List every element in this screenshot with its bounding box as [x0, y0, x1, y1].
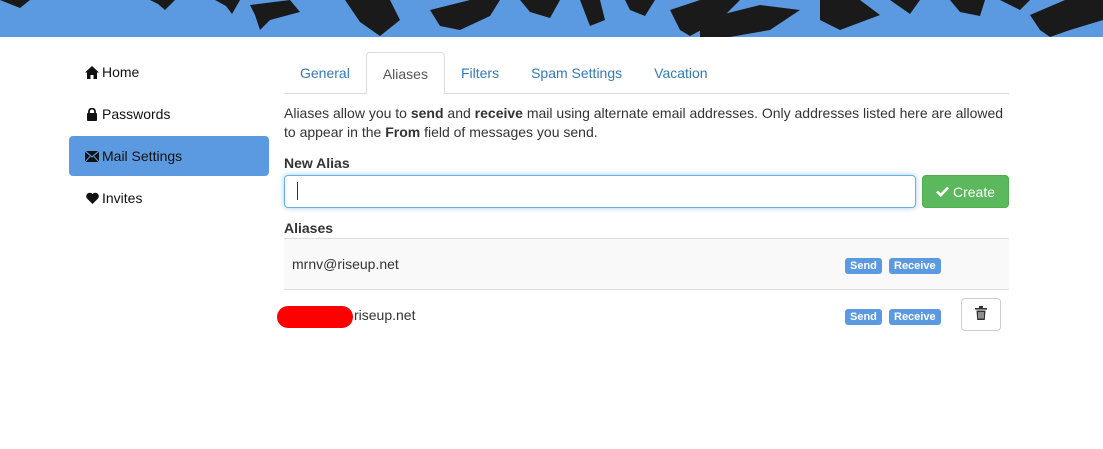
tab-filters[interactable]: Filters [445, 52, 515, 94]
sidebar-item-label: Home [102, 64, 140, 80]
description-text: Aliases allow you to [284, 105, 411, 121]
alias-address: riseup.net [354, 307, 416, 323]
checkmark-icon [936, 186, 949, 197]
send-badge: Send [845, 309, 882, 325]
send-badge: Send [845, 258, 882, 274]
sidebar-item-label: Mail Settings [102, 148, 183, 164]
description-send-bold: send [410, 105, 444, 121]
tab-general[interactable]: General [284, 52, 366, 94]
tab-vacation[interactable]: Vacation [638, 52, 723, 94]
lock-icon [85, 107, 99, 121]
aliases-heading: Aliases [284, 220, 334, 236]
home-icon [85, 65, 99, 79]
new-alias-label: New Alias [284, 155, 350, 171]
sidebar-item-mail-settings[interactable]: Mail Settings [69, 136, 269, 176]
description-text: and [443, 105, 475, 121]
receive-badge: Receive [889, 258, 941, 274]
delete-alias-button[interactable] [961, 298, 1001, 331]
description-from-bold: From [385, 124, 421, 140]
tab-spam-settings[interactable]: Spam Settings [515, 52, 638, 94]
description-text: field of messages you send. [420, 124, 598, 140]
header-banner [0, 0, 1103, 37]
tab-aliases[interactable]: Aliases [365, 52, 445, 95]
aliases-table: mrnv@riseup.net Send Receive riseup.net … [277, 238, 1009, 341]
redaction-mark [277, 306, 353, 328]
sidebar-item-passwords[interactable]: Passwords [69, 94, 269, 134]
trash-icon [975, 306, 987, 323]
envelope-icon [85, 149, 99, 163]
settings-tabs: General Aliases Filters Spam Settings Va… [284, 52, 1009, 95]
create-button-label: Create [952, 183, 996, 200]
description-receive-bold: receive [474, 105, 523, 121]
heart-icon [85, 191, 99, 205]
sidebar-item-label: Invites [102, 190, 143, 206]
aliases-description: Aliases allow you to send and receive ma… [284, 104, 1004, 142]
table-row: mrnv@riseup.net Send Receive [284, 239, 1009, 290]
text-caret [297, 182, 298, 200]
new-alias-input[interactable] [284, 175, 916, 208]
sidebar-item-invites[interactable]: Invites [69, 178, 269, 218]
birds-illustration [0, 0, 1103, 37]
alias-address: mrnv@riseup.net [292, 256, 399, 272]
table-row: riseup.net Send Receive [277, 290, 1009, 341]
sidebar-item-label: Passwords [102, 106, 171, 122]
create-alias-button[interactable]: Create [922, 175, 1009, 208]
sidebar-item-home[interactable]: Home [69, 52, 269, 92]
receive-badge: Receive [889, 309, 941, 325]
sidebar-nav: Home Passwords Mail Settings Invites [69, 52, 269, 220]
